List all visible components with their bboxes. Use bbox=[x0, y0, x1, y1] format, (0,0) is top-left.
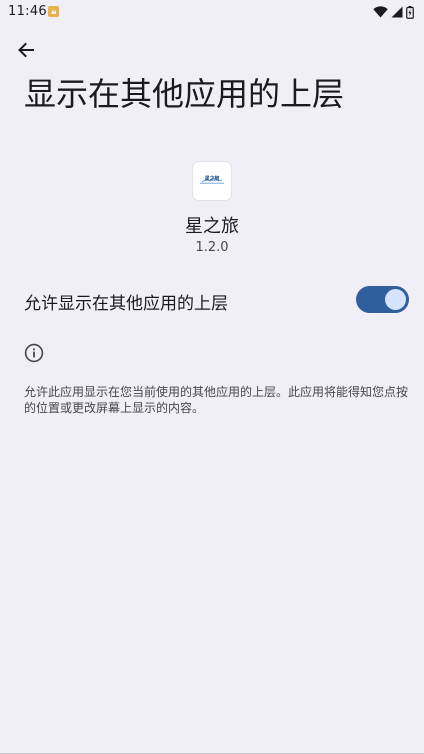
wifi-icon bbox=[373, 6, 388, 18]
status-bar: 11:46 bbox=[0, 0, 424, 24]
battery-icon bbox=[406, 5, 414, 19]
allow-overlay-setting[interactable]: 允许显示在其他应用的上层 bbox=[0, 276, 424, 324]
allow-overlay-label: 允许显示在其他应用的上层 bbox=[24, 294, 228, 314]
page-title: 显示在其他应用的上层 bbox=[24, 75, 345, 113]
info-icon bbox=[24, 343, 44, 363]
app-name: 星之旅 bbox=[185, 216, 239, 237]
back-button[interactable] bbox=[10, 34, 42, 66]
app-version: 1.2.0 bbox=[195, 240, 229, 255]
allow-overlay-toggle[interactable] bbox=[356, 286, 409, 313]
overlay-description: 允许此应用显示在您当前使用的其他应用的上层。此应用将能得知您点按的位置或更改屏幕… bbox=[24, 385, 409, 415]
cell-signal-icon bbox=[391, 6, 403, 18]
app-icon: 星之旅 bbox=[193, 162, 231, 200]
arrow-back-icon bbox=[18, 42, 34, 58]
app-notification-icon bbox=[48, 6, 59, 17]
status-time: 11:46 bbox=[8, 4, 47, 19]
status-icons bbox=[373, 4, 414, 20]
toggle-thumb bbox=[385, 289, 406, 310]
app-icon-text: 星之旅 bbox=[204, 176, 220, 182]
